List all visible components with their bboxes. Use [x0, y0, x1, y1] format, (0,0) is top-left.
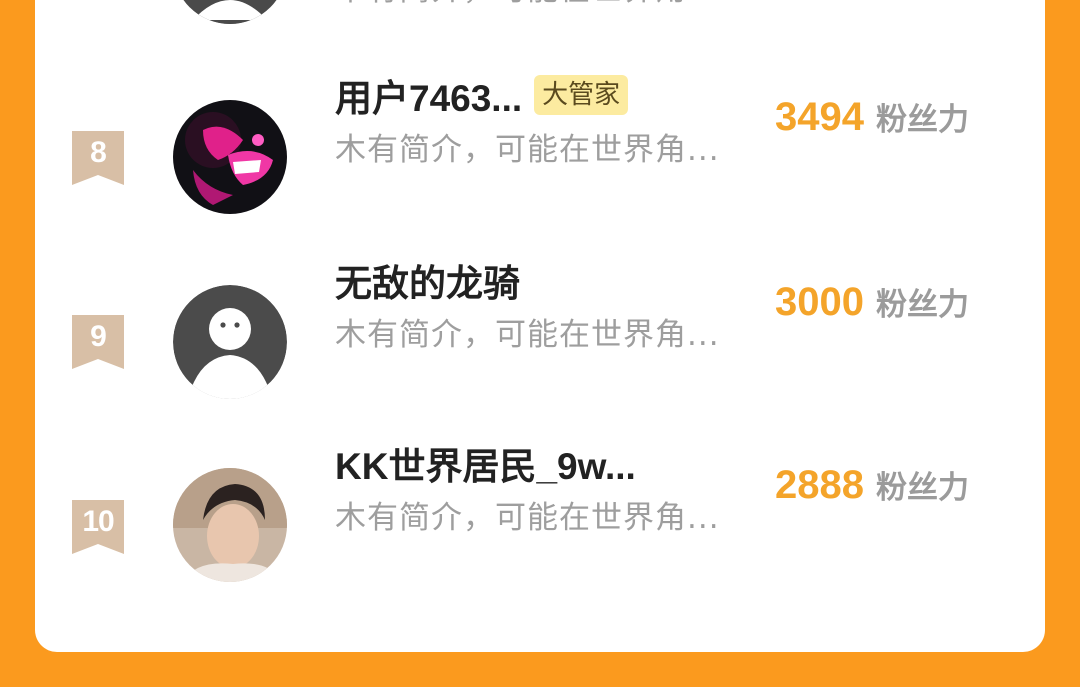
photo-avatar-icon[interactable] [173, 468, 287, 582]
list-item-partial[interactable]: 木有简介，可能在世界角... [35, 0, 1045, 40]
default-user-avatar-icon[interactable] [173, 0, 287, 24]
user-name[interactable]: 用户7463... [335, 68, 522, 122]
rank-number: 9 [90, 320, 107, 353]
fans-number: 2888 [775, 463, 864, 507]
rank-badge: 8 [72, 131, 124, 185]
fans-score: 2888 粉丝力 [775, 462, 969, 512]
user-name[interactable]: 无敌的龙骑 [335, 253, 520, 307]
leaderboard-page: 木有简介，可能在世界角... 8 [0, 0, 1080, 687]
fans-score: 3494 粉丝力 [775, 94, 969, 144]
name-line: 用户7463... 大管家 [335, 72, 629, 119]
user-bio: 木有简介，可能在世界角... [335, 0, 720, 9]
rank-badge: 9 [72, 315, 124, 369]
rank-number: 8 [90, 136, 107, 169]
fans-number: 3000 [775, 280, 864, 324]
fans-score: 3000 粉丝力 [775, 279, 969, 329]
name-line: 无敌的龙骑 [335, 257, 520, 304]
leaderboard-card: 木有简介，可能在世界角... 8 [35, 0, 1045, 652]
list-item[interactable]: 10 KK世界居民_9w... 木有简介，可能在世界角... 2888 粉丝力 [35, 446, 1045, 598]
user-bio: 木有简介，可能在世界角... [335, 132, 720, 168]
user-bio: 木有简介，可能在世界角... [335, 317, 720, 353]
role-badge: 大管家 [534, 75, 629, 115]
user-bio: 木有简介，可能在世界角... [335, 500, 720, 536]
rank-number: 10 [82, 505, 114, 538]
dark-anime-avatar-icon[interactable] [173, 100, 287, 214]
fans-label: 粉丝力 [875, 287, 969, 323]
fans-number: 3494 [775, 95, 864, 139]
name-line: KK世界居民_9w... [335, 440, 636, 487]
list-item[interactable]: 8 用户7463... 大管家 木有简介，可能在世界角... 3494 粉丝力 [35, 75, 1045, 230]
list-item[interactable]: 9 无敌的龙骑 木有简介，可能在世界角... 3000 粉丝力 [35, 263, 1045, 415]
fans-label: 粉丝力 [875, 102, 969, 138]
user-name[interactable]: KK世界居民_9w... [335, 436, 636, 490]
fans-label: 粉丝力 [875, 470, 969, 506]
rank-badge: 10 [72, 500, 124, 554]
default-user-avatar-icon[interactable] [173, 285, 287, 399]
